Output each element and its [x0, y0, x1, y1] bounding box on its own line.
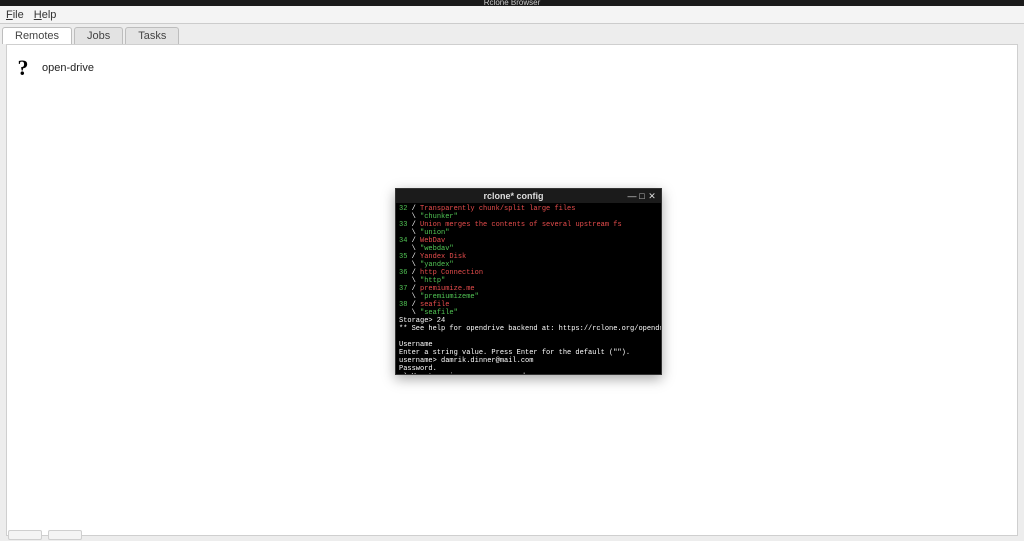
tab-tasks[interactable]: Tasks — [125, 27, 179, 44]
footer-button-1[interactable] — [8, 530, 42, 540]
tab-remotes[interactable]: Remotes — [2, 27, 72, 44]
terminal-window: rclone* config — □ ✕ 32 / Transparently … — [395, 188, 662, 375]
close-icon[interactable]: ✕ — [647, 191, 657, 201]
menu-file[interactable]: File — [6, 9, 24, 21]
terminal-title: rclone* config — [400, 191, 627, 201]
terminal-titlebar[interactable]: rclone* config — □ ✕ — [396, 189, 661, 203]
minimize-icon[interactable]: — — [627, 191, 637, 201]
terminal-body[interactable]: 32 / Transparently chunk/split large fil… — [396, 203, 661, 374]
maximize-icon[interactable]: □ — [637, 191, 647, 201]
footer-toolbar — [8, 530, 82, 540]
remote-label: open-drive — [42, 62, 94, 74]
tab-strip: Remotes Jobs Tasks — [0, 24, 1024, 44]
menu-bar: File Help — [0, 6, 1024, 24]
remote-item-open-drive[interactable]: ? open-drive — [12, 55, 94, 81]
menu-help[interactable]: Help — [34, 9, 57, 21]
footer-button-2[interactable] — [48, 530, 82, 540]
tab-jobs[interactable]: Jobs — [74, 27, 123, 44]
question-icon: ? — [12, 55, 34, 81]
